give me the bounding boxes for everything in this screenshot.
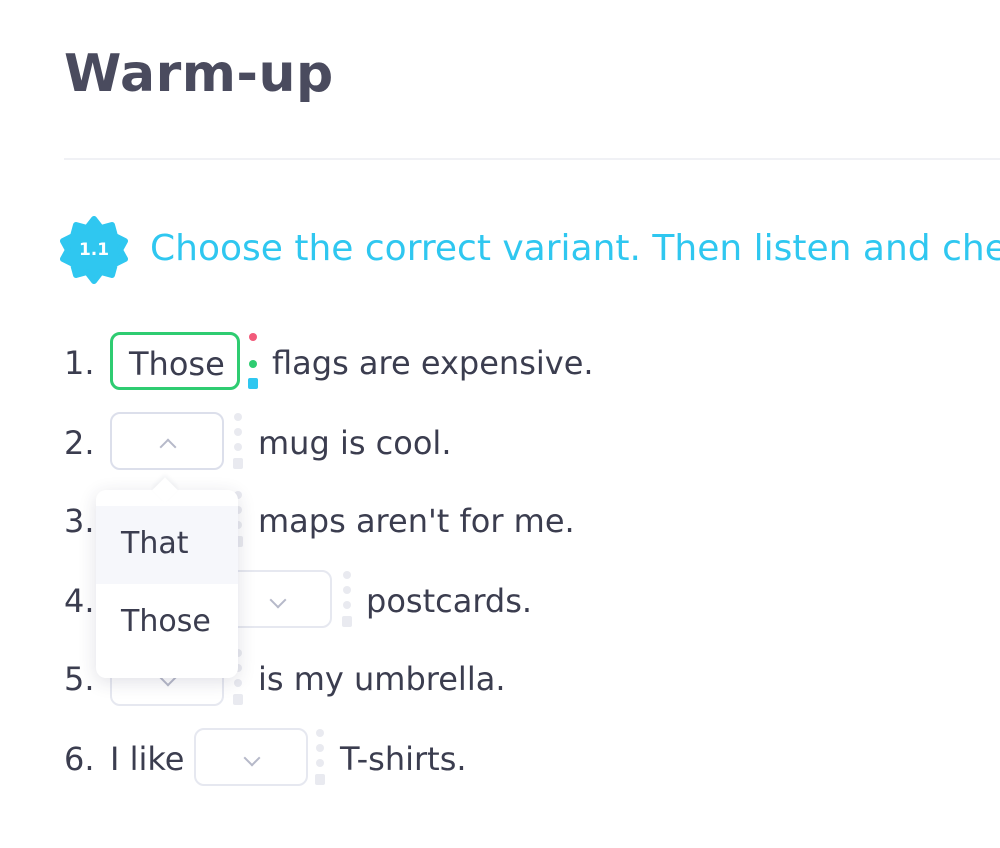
dropdown-option-that[interactable]: That bbox=[96, 506, 238, 584]
dropdown-option-those[interactable]: Those bbox=[96, 584, 238, 662]
audio-marker bbox=[315, 774, 325, 785]
sentence-lead: I like bbox=[110, 740, 185, 778]
mark-dot bbox=[234, 413, 242, 421]
exercise-row-6: 6. I like T-shirts. bbox=[64, 728, 484, 790]
page-title: Warm-up bbox=[64, 44, 334, 104]
answer-select-2[interactable] bbox=[110, 412, 224, 470]
dropdown-caret bbox=[152, 477, 178, 503]
incorrect-dot bbox=[249, 333, 257, 341]
exercise-row-2: 2. mug is cool. bbox=[64, 412, 464, 474]
sentence-rest: flags are expensive. bbox=[272, 344, 594, 382]
answer-select-1[interactable]: Those bbox=[110, 332, 240, 390]
task-number-badge: 1.1 bbox=[60, 216, 128, 284]
check-marks bbox=[248, 332, 260, 396]
sentence-rest: is my umbrella. bbox=[258, 660, 506, 698]
sentence-rest: mug is cool. bbox=[258, 424, 452, 462]
exercise-number: 6. bbox=[64, 740, 95, 778]
audio-marker bbox=[342, 616, 352, 627]
sentence-rest: maps aren't for me. bbox=[258, 502, 575, 540]
mark-dot bbox=[343, 586, 351, 594]
chevron-up-icon bbox=[159, 438, 177, 456]
task-instruction: Choose the correct variant. Then listen … bbox=[150, 228, 1000, 269]
chevron-down-icon bbox=[243, 749, 261, 767]
exercise-number: 3. bbox=[64, 502, 95, 540]
exercise-number: 4. bbox=[64, 582, 95, 620]
answer-value: Those bbox=[129, 345, 225, 383]
mark-dot bbox=[316, 744, 324, 752]
correct-dot bbox=[249, 360, 257, 368]
mark-dot bbox=[234, 679, 242, 687]
mark-dot bbox=[234, 428, 242, 436]
mark-dot bbox=[316, 729, 324, 737]
mark-dot bbox=[234, 443, 242, 451]
mark-dot bbox=[343, 601, 351, 609]
audio-marker bbox=[248, 378, 258, 389]
audio-marker bbox=[233, 694, 243, 705]
exercise-number: 1. bbox=[64, 344, 95, 382]
exercise-number: 2. bbox=[64, 424, 95, 462]
check-marks bbox=[315, 728, 327, 792]
exercise-row-1: 1. Those flags are expensive. bbox=[64, 332, 624, 394]
badge-label: 1.1 bbox=[78, 240, 110, 260]
chevron-down-icon bbox=[269, 591, 287, 609]
exercise-number: 5. bbox=[64, 660, 95, 698]
check-marks bbox=[342, 570, 354, 634]
answer-select-6[interactable] bbox=[194, 728, 308, 786]
task-header: 1.1 Choose the correct variant. Then lis… bbox=[60, 216, 1000, 286]
sentence-rest: postcards. bbox=[366, 582, 533, 620]
answer-dropdown-menu: That Those bbox=[96, 477, 238, 678]
mark-dot bbox=[316, 759, 324, 767]
mark-dot bbox=[343, 571, 351, 579]
audio-marker bbox=[233, 458, 243, 469]
check-marks bbox=[233, 412, 245, 476]
sentence-rest: T-shirts. bbox=[340, 740, 467, 778]
divider bbox=[64, 158, 1000, 160]
